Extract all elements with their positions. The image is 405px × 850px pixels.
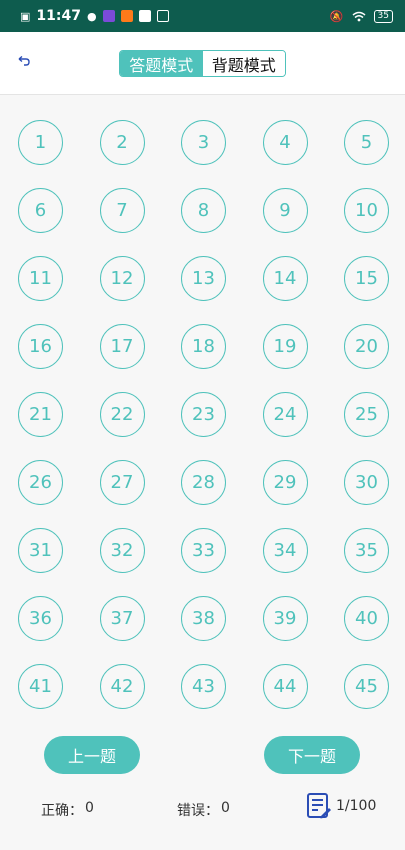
- status-right: 🔕 35: [329, 9, 393, 23]
- question-number-7[interactable]: 7: [99, 188, 145, 233]
- question-number-12[interactable]: 12: [99, 256, 145, 301]
- app-icon: [102, 10, 115, 22]
- question-number-29[interactable]: 29: [262, 460, 308, 505]
- progress-text: 1/100: [336, 798, 377, 814]
- question-number-39[interactable]: 39: [262, 596, 308, 641]
- question-number-9[interactable]: 9: [262, 188, 308, 233]
- question-number-5[interactable]: 5: [344, 120, 389, 165]
- prev-question-button[interactable]: 上一题: [44, 736, 140, 774]
- question-number-8[interactable]: 8: [181, 188, 226, 233]
- status-left: ▣ 11:47 ●: [20, 8, 169, 24]
- question-number-40[interactable]: 40: [344, 596, 389, 641]
- answer-sheet-button[interactable]: 1/100: [306, 792, 376, 820]
- question-number-43[interactable]: 43: [181, 664, 226, 709]
- back-arrow-icon[interactable]: [14, 52, 34, 72]
- question-number-grid: 1 2 3 4 5 6 7 8 9 10 11 12 13 14 15 16 17 18 19 20 21 22 23 24 2…: [18, 120, 389, 732]
- tab-recite-mode[interactable]: 背题模式: [202, 51, 285, 76]
- question-number-38[interactable]: 38: [181, 596, 226, 641]
- question-number-33[interactable]: 33: [181, 528, 226, 573]
- correct-label: 正确：: [41, 803, 83, 819]
- status-bar: ▣ 11:47 ● 🔕 35: [0, 0, 405, 32]
- question-number-34[interactable]: 34: [262, 528, 308, 573]
- question-number-1[interactable]: 1: [18, 120, 63, 165]
- wrong-count: 错误： 0: [177, 800, 230, 820]
- app-icon: [138, 10, 151, 22]
- mute-icon: 🔕: [329, 9, 344, 23]
- question-number-24[interactable]: 24: [262, 392, 308, 437]
- tab-answer-mode[interactable]: 答题模式: [120, 51, 203, 76]
- next-question-button[interactable]: 下一题: [264, 736, 360, 774]
- question-number-18[interactable]: 18: [181, 324, 226, 369]
- wifi-icon: [352, 11, 366, 21]
- question-number-35[interactable]: 35: [344, 528, 389, 573]
- wrong-value: 0: [221, 800, 230, 816]
- app-icon: [156, 10, 169, 22]
- question-number-10[interactable]: 10: [344, 188, 389, 233]
- app-icon: [120, 10, 133, 22]
- question-number-37[interactable]: 37: [99, 596, 145, 641]
- question-number-15[interactable]: 15: [344, 256, 389, 301]
- battery-icon: 35: [373, 9, 393, 23]
- question-number-6[interactable]: 6: [18, 188, 63, 233]
- question-number-27[interactable]: 27: [99, 460, 145, 505]
- header: 答题模式 背题模式: [0, 32, 405, 95]
- mode-switch: 答题模式 背题模式: [119, 50, 286, 77]
- question-number-22[interactable]: 22: [99, 392, 145, 437]
- qq-icon: ●: [86, 9, 97, 23]
- question-number-32[interactable]: 32: [99, 528, 145, 573]
- question-number-17[interactable]: 17: [99, 324, 145, 369]
- question-number-42[interactable]: 42: [99, 664, 145, 709]
- question-number-26[interactable]: 26: [18, 460, 63, 505]
- question-number-23[interactable]: 23: [181, 392, 226, 437]
- question-number-36[interactable]: 36: [18, 596, 63, 641]
- question-number-44[interactable]: 44: [262, 664, 308, 709]
- question-number-21[interactable]: 21: [18, 392, 63, 437]
- question-number-28[interactable]: 28: [181, 460, 226, 505]
- question-number-2[interactable]: 2: [99, 120, 145, 165]
- question-number-4[interactable]: 4: [262, 120, 308, 165]
- correct-count: 正确： 0: [41, 800, 94, 820]
- wrong-label: 错误：: [177, 803, 219, 819]
- status-time: 11:47: [36, 8, 81, 24]
- question-number-14[interactable]: 14: [262, 256, 308, 301]
- screenshot-icon: ▣: [20, 9, 31, 23]
- correct-value: 0: [85, 800, 94, 816]
- question-number-30[interactable]: 30: [344, 460, 389, 505]
- question-number-3[interactable]: 3: [181, 120, 226, 165]
- footer: 上一题 下一题 正确： 0 错误： 0 1/100: [0, 732, 405, 850]
- question-number-31[interactable]: 31: [18, 528, 63, 573]
- answer-sheet-icon: [307, 793, 331, 819]
- question-number-13[interactable]: 13: [181, 256, 226, 301]
- question-number-20[interactable]: 20: [344, 324, 389, 369]
- question-grid: 1 2 3 4 5 6 7 8 9 10 11 12 13 14 15 16 17 18 19 20 21 22 23 24 2…: [0, 96, 405, 732]
- question-number-41[interactable]: 41: [18, 664, 63, 709]
- question-number-25[interactable]: 25: [344, 392, 389, 437]
- question-number-11[interactable]: 11: [18, 256, 63, 301]
- question-number-16[interactable]: 16: [18, 324, 63, 369]
- question-number-45[interactable]: 45: [344, 664, 389, 709]
- question-number-19[interactable]: 19: [262, 324, 308, 369]
